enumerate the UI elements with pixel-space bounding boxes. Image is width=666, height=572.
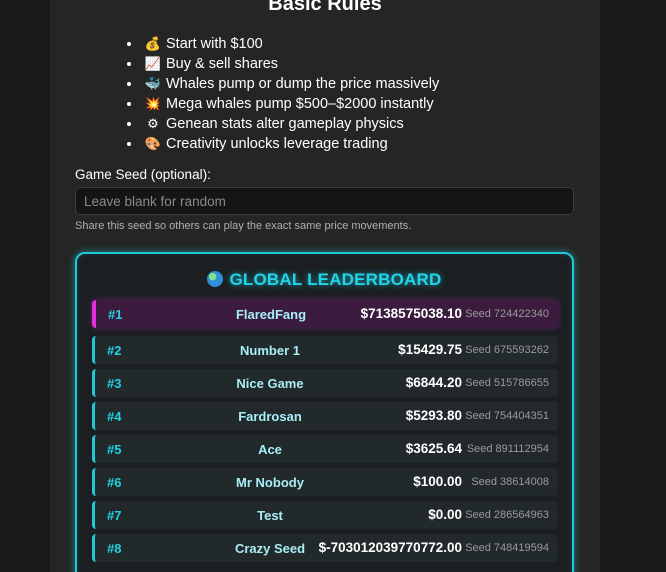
- player-name: Ace: [258, 442, 282, 457]
- leaderboard-row: #5 Ace $3625.64 Seed 891112954: [92, 435, 558, 463]
- rank: #4: [107, 409, 122, 424]
- globe-icon: [207, 271, 224, 287]
- rule-text: Mega whales pump $500–$2000 instantly: [166, 96, 434, 112]
- explosion-icon: 💥: [144, 96, 162, 111]
- gear-icon: ⚙: [147, 116, 159, 131]
- rule-text: Whales pump or dump the price massively: [166, 76, 440, 92]
- chart-up-icon: 📈: [144, 56, 162, 71]
- rule-text: Creativity unlocks leverage trading: [166, 136, 388, 152]
- player-name: Mr Nobody: [236, 475, 304, 490]
- seed-label: Game Seed (optional):: [75, 167, 211, 182]
- leaderboard-row: #7 Test $0.00 Seed 286564963: [92, 501, 558, 529]
- rule-item: 💥 Mega whales pump $500–$2000 instantly: [142, 94, 439, 114]
- rule-text: Start with $100: [166, 36, 263, 52]
- player-money: $-703012039770772.00: [318, 540, 462, 555]
- player-money: $5293.80: [405, 408, 462, 423]
- player-seed: Seed 754404351: [465, 410, 549, 422]
- rule-text: Genean stats alter gameplay physics: [166, 116, 404, 132]
- rule-item: 💰 Start with $100: [142, 34, 439, 54]
- global-leaderboard: GLOBAL LEADERBOARD #1 FlaredFang $713857…: [75, 252, 574, 572]
- player-seed: Seed 675593262: [465, 344, 549, 356]
- rank: #6: [107, 475, 122, 490]
- player-money: $3625.64: [405, 441, 462, 456]
- leaderboard-title: GLOBAL LEADERBOARD: [77, 270, 572, 290]
- rank: #8: [107, 541, 122, 556]
- player-name: Number 1: [240, 343, 300, 358]
- rule-item: 📈 Buy & sell shares: [142, 54, 439, 74]
- player-name: Test: [257, 508, 283, 523]
- leaderboard-row: #2 Number 1 $15429.75 Seed 675593262: [92, 336, 558, 364]
- player-money: $0.00: [428, 507, 462, 522]
- player-name: FlaredFang: [235, 307, 307, 322]
- rules-list: 💰 Start with $100 📈 Buy & sell shares 🐳 Wha…: [124, 34, 439, 154]
- whale-icon: 🐳: [144, 76, 162, 91]
- money-bag-icon: 💰: [144, 36, 162, 51]
- player-money: $100.00: [413, 474, 462, 489]
- seed-help-text: Share this seed so others can play the e…: [75, 220, 412, 232]
- player-seed: Seed 286564963: [465, 509, 549, 521]
- rules-title: Basic Rules: [268, 0, 382, 15]
- player-seed: Seed 38614008: [471, 476, 549, 488]
- main-panel: Basic Rules 💰 Start with $100 📈 Buy & sell…: [50, 0, 600, 572]
- player-seed: Seed 748419594: [465, 542, 549, 554]
- palette-icon: 🎨: [144, 136, 162, 151]
- rule-item: ⚙ Genean stats alter gameplay physics: [142, 114, 439, 134]
- leaderboard-title-text: GLOBAL LEADERBOARD: [229, 270, 442, 289]
- leaderboard-row: #4 Fardrosan $5293.80 Seed 754404351: [92, 402, 558, 430]
- rule-item: 🎨 Creativity unlocks leverage trading: [142, 134, 439, 154]
- leaderboard-row: #6 Mr Nobody $100.00 Seed 38614008: [92, 468, 558, 496]
- player-seed: Seed 724422340: [465, 308, 549, 320]
- player-money: $7138575038.10: [360, 306, 462, 321]
- player-seed: Seed 891112954: [466, 443, 549, 455]
- player-money: $15429.75: [398, 342, 462, 357]
- rank: #5: [107, 442, 122, 457]
- rule-item: 🐳 Whales pump or dump the price massively: [142, 74, 439, 94]
- rank: #1: [108, 307, 123, 322]
- player-money: $6844.20: [405, 375, 462, 390]
- leaderboard-row: #3 Nice Game $6844.20 Seed 515786655: [92, 369, 558, 397]
- rank: #2: [107, 343, 122, 358]
- rank: #7: [107, 508, 122, 523]
- rule-text: Buy & sell shares: [166, 56, 279, 72]
- seed-input[interactable]: [75, 187, 574, 215]
- leaderboard-row: #8 Crazy Seed $-703012039770772.00 Seed …: [92, 534, 558, 562]
- player-name: Nice Game: [236, 376, 304, 391]
- leaderboard-row: #1 FlaredFang $7138575038.10 Seed 724422…: [92, 300, 558, 328]
- player-seed: Seed 515786655: [465, 377, 549, 389]
- player-name: Fardrosan: [238, 409, 302, 424]
- rank: #3: [107, 376, 122, 391]
